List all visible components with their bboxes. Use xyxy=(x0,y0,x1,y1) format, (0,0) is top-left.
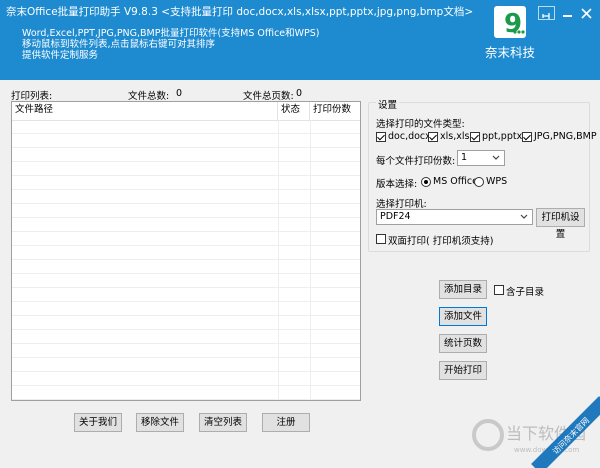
logo-mark-glyph: 9 xyxy=(504,9,522,38)
page-total-value: 0 xyxy=(296,88,303,99)
filetype-ppt-label: ppt,pptx xyxy=(482,131,523,142)
close-button[interactable] xyxy=(578,6,595,20)
printer-value: PDF24 xyxy=(380,211,411,222)
watermark-logo-icon xyxy=(472,419,504,451)
column-header-status[interactable]: 状态 xyxy=(278,102,310,120)
chevron-down-icon xyxy=(492,155,500,160)
include-subfolder-label: 含子目录 xyxy=(506,287,545,298)
version-msoffice-radio[interactable] xyxy=(421,177,431,187)
filetype-ppt-checkbox[interactable] xyxy=(470,132,480,142)
version-wps-label: WPS xyxy=(486,176,508,187)
copies-label: 每个文件打印份数: xyxy=(376,156,456,167)
app-header: 奈末Office批量打印助手 V9.8.3 <支持批量打印 doc,docx,x… xyxy=(0,0,600,80)
page-total-label: 文件总页数: xyxy=(243,91,294,102)
filetype-doc-label: doc,docx xyxy=(388,131,431,142)
duplex-label: 双面打印( 打印机须支持) xyxy=(388,236,494,247)
app-window: 奈末Office批量打印助手 V9.8.3 <支持批量打印 doc,docx,x… xyxy=(0,0,600,468)
add-file-button[interactable]: 添加文件 xyxy=(439,307,487,326)
pin-button[interactable] xyxy=(538,6,555,20)
file-total-value: 0 xyxy=(176,88,183,99)
grid-divider xyxy=(310,120,311,400)
minimize-icon xyxy=(563,15,572,17)
grid-divider xyxy=(278,120,279,400)
printer-settings-button[interactable]: 打印机设置 xyxy=(536,208,585,240)
site-watermark: 当下软件园 www.downxia.com 访问奈末官网 xyxy=(470,395,600,468)
desc-line-2: 移动鼠标到软件列表,点击鼠标右键可对其排序 xyxy=(22,39,216,50)
settings-title: 设置 xyxy=(376,97,400,111)
column-header-path[interactable]: 文件路径 xyxy=(12,102,278,120)
filetype-image-checkbox[interactable] xyxy=(522,132,532,142)
filetype-xls-checkbox[interactable] xyxy=(428,132,438,142)
version-label: 版本选择: xyxy=(376,179,418,190)
printer-select[interactable]: PDF24 xyxy=(376,209,533,225)
filetype-doc-checkbox[interactable] xyxy=(376,132,386,142)
print-list-label: 打印列表: xyxy=(11,91,53,102)
file-types-label: 选择打印的文件类型: xyxy=(376,119,465,130)
chevron-down-icon xyxy=(520,214,528,219)
app-description: Word,Excel,PPT,JPG,PNG,BMP批量打印软件(支持MS Of… xyxy=(22,28,320,61)
version-wps-radio[interactable] xyxy=(474,177,484,187)
about-us-button[interactable]: 关于我们 xyxy=(74,413,122,432)
printer-label: 选择打印机: xyxy=(376,199,427,210)
duplex-checkbox[interactable] xyxy=(376,234,386,244)
logo-text: 奈末科技 xyxy=(484,45,535,60)
close-icon xyxy=(581,8,592,19)
minimize-button[interactable] xyxy=(559,6,576,20)
company-logo: 9 奈末科技 xyxy=(484,4,536,78)
count-pages-button[interactable]: 统计页数 xyxy=(439,334,487,353)
include-subfolder-checkbox[interactable] xyxy=(494,285,504,295)
version-msoffice-label: MS Office xyxy=(433,176,478,187)
window-title: 奈末Office批量打印助手 V9.8.3 <支持批量打印 doc,docx,x… xyxy=(6,6,474,18)
desc-line-3: 提供软件定制服务 xyxy=(22,50,99,61)
column-header-copies[interactable]: 打印份数 xyxy=(310,102,360,120)
print-file-list[interactable]: 文件路径 状态 打印份数 xyxy=(11,101,361,401)
clear-list-button[interactable]: 清空列表 xyxy=(199,413,247,432)
logo-mark-icon: 9 xyxy=(494,6,526,39)
add-folder-button[interactable]: 添加目录 xyxy=(439,280,487,299)
filetype-image-label: JPG,PNG,BMP xyxy=(534,131,597,142)
copies-select[interactable]: 1 xyxy=(457,150,505,166)
list-header: 文件路径 状态 打印份数 xyxy=(12,102,360,121)
file-total-label: 文件总数: xyxy=(128,91,170,102)
copies-value: 1 xyxy=(461,152,468,163)
pin-icon xyxy=(542,13,550,19)
remove-file-button[interactable]: 移除文件 xyxy=(136,413,184,432)
list-grid xyxy=(12,120,360,400)
desc-line-1: Word,Excel,PPT,JPG,PNG,BMP批量打印软件(支持MS Of… xyxy=(22,28,320,39)
register-button[interactable]: 注册 xyxy=(262,413,310,432)
start-print-button[interactable]: 开始打印 xyxy=(439,361,487,380)
